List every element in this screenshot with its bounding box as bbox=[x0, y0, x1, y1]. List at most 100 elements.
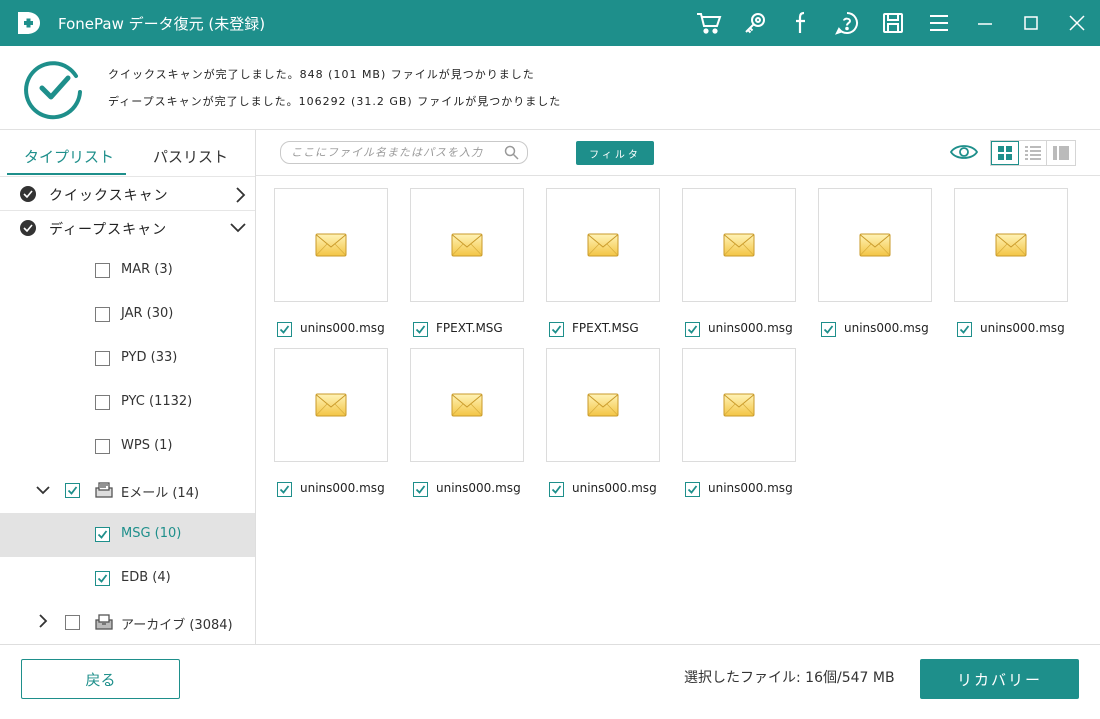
tab-type-list[interactable]: タイプリスト bbox=[24, 146, 114, 167]
file-card[interactable]: unins000.msg bbox=[274, 188, 388, 337]
file-thumbnail[interactable] bbox=[954, 188, 1068, 302]
chevron-right-icon[interactable] bbox=[234, 187, 246, 207]
file-card[interactable]: FPEXT.MSG bbox=[410, 188, 524, 337]
file-thumbnail[interactable] bbox=[818, 188, 932, 302]
file-thumbnail[interactable] bbox=[682, 348, 796, 462]
minimize-icon[interactable] bbox=[962, 0, 1008, 46]
envelope-icon bbox=[995, 233, 1027, 257]
search-icon[interactable] bbox=[504, 145, 519, 164]
checkbox[interactable] bbox=[549, 482, 564, 497]
maximize-icon[interactable] bbox=[1008, 0, 1054, 46]
cart-icon[interactable] bbox=[686, 0, 732, 46]
checkbox[interactable] bbox=[549, 322, 564, 337]
archive-folder-icon bbox=[95, 614, 113, 634]
list-view-icon[interactable] bbox=[1019, 141, 1047, 165]
checkbox[interactable] bbox=[65, 483, 80, 498]
tree-item-label: JAR (30) bbox=[121, 306, 174, 321]
file-name: unins000.msg bbox=[572, 481, 657, 495]
tree-item-msg[interactable]: MSG (10) bbox=[0, 513, 255, 557]
checked-circle-icon bbox=[20, 220, 36, 236]
envelope-icon bbox=[723, 233, 755, 257]
tree-item-mar[interactable]: MAR (3) bbox=[0, 249, 255, 293]
tree-item-pyc[interactable]: PYC (1132) bbox=[0, 381, 255, 425]
file-card[interactable]: unins000.msg bbox=[546, 348, 660, 497]
checkbox[interactable] bbox=[95, 527, 110, 542]
checkbox[interactable] bbox=[957, 322, 972, 337]
app-title: FonePaw データ復元 (未登録) bbox=[58, 15, 266, 33]
key-icon[interactable] bbox=[732, 0, 778, 46]
file-thumbnail[interactable] bbox=[410, 348, 524, 462]
checkbox[interactable] bbox=[95, 395, 110, 410]
checkbox[interactable] bbox=[685, 322, 700, 337]
tree-item-archive[interactable]: アーカイブ (3084) bbox=[0, 601, 255, 644]
tree-item-label: アーカイブ (3084) bbox=[121, 618, 233, 633]
file-name: FPEXT.MSG bbox=[436, 321, 503, 335]
chevron-right-icon[interactable] bbox=[38, 614, 48, 632]
file-card[interactable]: unins000.msg bbox=[682, 188, 796, 337]
chevron-down-icon[interactable] bbox=[230, 221, 246, 237]
file-thumbnail[interactable] bbox=[274, 188, 388, 302]
deep-scan-row[interactable]: ディープスキャン bbox=[0, 210, 255, 244]
search-input[interactable] bbox=[291, 144, 501, 161]
help-icon[interactable] bbox=[824, 0, 870, 46]
file-card[interactable]: unins000.msg bbox=[818, 188, 932, 337]
menu-icon[interactable] bbox=[916, 0, 962, 46]
back-button[interactable]: 戻る bbox=[21, 659, 180, 699]
checkbox[interactable] bbox=[821, 322, 836, 337]
file-thumbnail[interactable] bbox=[274, 348, 388, 462]
file-card[interactable]: FPEXT.MSG bbox=[546, 188, 660, 337]
checkbox[interactable] bbox=[95, 351, 110, 366]
tree-item-email[interactable]: Eメール (14) bbox=[0, 469, 255, 513]
search-box bbox=[280, 141, 528, 164]
eye-icon[interactable] bbox=[949, 142, 979, 166]
recover-button[interactable]: リカバリー bbox=[920, 659, 1079, 699]
tree-item-edb[interactable]: EDB (4) bbox=[0, 557, 255, 601]
checkbox[interactable] bbox=[65, 615, 80, 630]
sidebar-tabs: タイプリスト パスリスト bbox=[0, 130, 255, 178]
file-thumbnail[interactable] bbox=[682, 188, 796, 302]
facebook-icon[interactable] bbox=[778, 0, 824, 46]
checkbox[interactable] bbox=[413, 322, 428, 337]
envelope-icon bbox=[451, 233, 483, 257]
quick-scan-label: クイックスキャン bbox=[49, 188, 169, 204]
file-thumbnail[interactable] bbox=[546, 348, 660, 462]
file-card[interactable]: unins000.msg bbox=[410, 348, 524, 497]
filter-button[interactable]: フィルタ bbox=[576, 141, 654, 165]
checkbox[interactable] bbox=[95, 263, 110, 278]
tree-item-pyd[interactable]: PYD (33) bbox=[0, 337, 255, 381]
file-thumbnail[interactable] bbox=[546, 188, 660, 302]
footer-bar: 戻る 選択したファイル: 16個/547 MB リカバリー bbox=[0, 644, 1100, 719]
tab-path-list[interactable]: パスリスト bbox=[153, 146, 228, 167]
grid-view-icon[interactable] bbox=[991, 141, 1019, 165]
checkbox[interactable] bbox=[413, 482, 428, 497]
file-thumbnail[interactable] bbox=[410, 188, 524, 302]
scan-complete-check-icon bbox=[22, 56, 86, 120]
quick-scan-row[interactable]: クイックスキャン bbox=[0, 176, 255, 210]
detail-view-icon[interactable] bbox=[1047, 141, 1075, 165]
tree-item-label: EDB (4) bbox=[121, 570, 171, 585]
checkbox[interactable] bbox=[95, 571, 110, 586]
tree-item-label: Eメール (14) bbox=[121, 486, 200, 501]
checkbox[interactable] bbox=[95, 439, 110, 454]
tree-item-label: PYD (33) bbox=[121, 350, 178, 365]
email-folder-icon bbox=[95, 482, 113, 502]
chevron-down-icon[interactable] bbox=[36, 484, 50, 499]
scan-summary: クイックスキャンが完了しました。848 (101 MB) ファイルが見つかりまし… bbox=[0, 46, 1100, 130]
checked-circle-icon bbox=[20, 186, 36, 202]
close-icon[interactable] bbox=[1054, 0, 1100, 46]
save-icon[interactable] bbox=[870, 0, 916, 46]
active-tab-indicator bbox=[7, 173, 126, 175]
checkbox[interactable] bbox=[277, 482, 292, 497]
file-name: unins000.msg bbox=[300, 321, 385, 335]
file-card[interactable]: unins000.msg bbox=[954, 188, 1068, 337]
checkbox[interactable] bbox=[685, 482, 700, 497]
quick-scan-summary: クイックスキャンが完了しました。848 (101 MB) ファイルが見つかりまし… bbox=[108, 68, 535, 81]
checkbox[interactable] bbox=[95, 307, 110, 322]
checkbox[interactable] bbox=[277, 322, 292, 337]
file-card[interactable]: unins000.msg bbox=[682, 348, 796, 497]
file-toolbar: フィルタ bbox=[256, 130, 1100, 176]
tree-item-wps[interactable]: WPS (1) bbox=[0, 425, 255, 469]
file-card[interactable]: unins000.msg bbox=[274, 348, 388, 497]
tree-item-jar[interactable]: JAR (30) bbox=[0, 293, 255, 337]
file-grid: unins000.msg FPEXT.MSG FPEXT.MSG unins000.m… bbox=[256, 176, 1100, 644]
